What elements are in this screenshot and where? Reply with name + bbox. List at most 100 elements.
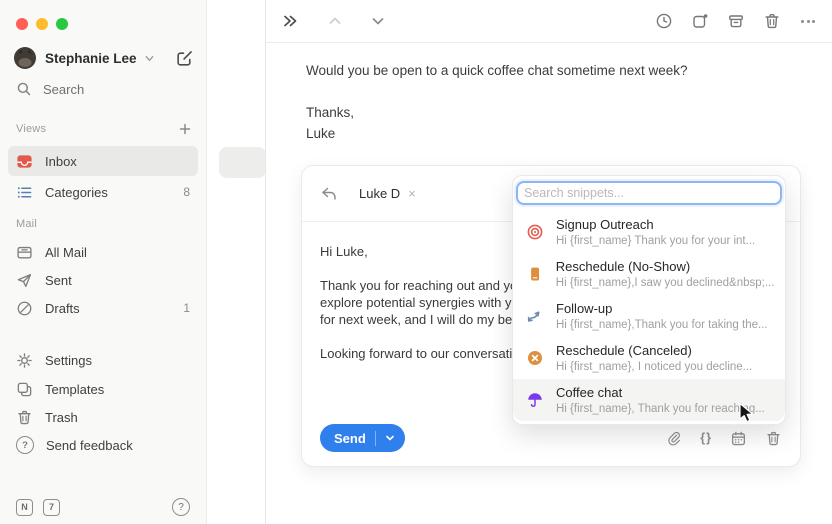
chevron-down-icon	[385, 433, 395, 443]
email-signature: Luke	[306, 123, 792, 144]
sidebar-item-templates[interactable]: Templates	[8, 374, 198, 404]
sidebar-item-settings[interactable]: Settings	[8, 345, 198, 375]
snippet-title: Reschedule (No-Show)	[556, 259, 772, 274]
notes-badge-icon[interactable]: N	[16, 499, 33, 516]
search-button[interactable]: Search	[16, 81, 84, 97]
attachment-icon[interactable]	[665, 430, 682, 447]
snooze-button[interactable]	[654, 11, 674, 31]
sidebar-item-label: Trash	[45, 410, 78, 425]
send-label: Send	[334, 431, 366, 446]
calendar-badge-icon[interactable]: 7	[43, 499, 60, 516]
sidebar-item-trash[interactable]: Trash	[8, 402, 198, 432]
mail-section-header: Mail	[16, 218, 192, 230]
sidebar-item-sent[interactable]: Sent	[8, 265, 198, 295]
sidebar-item-label: Sent	[45, 273, 72, 288]
popout-square-icon	[691, 12, 709, 30]
help-circle-icon[interactable]: ?	[172, 498, 190, 516]
snippet-item-reschedule-canceled[interactable]: Reschedule (Canceled) Hi {first_name}, I…	[513, 337, 785, 379]
sidebar-item-inbox[interactable]: Inbox	[8, 146, 198, 176]
trash-icon	[763, 12, 781, 30]
chevron-down-icon	[370, 13, 386, 29]
compose-icon[interactable]	[175, 49, 194, 68]
sidebar-item-label: All Mail	[45, 245, 87, 260]
inbox-icon	[16, 153, 33, 170]
chevron-up-icon	[327, 13, 343, 29]
sidebar-item-categories[interactable]: Categories 8	[8, 177, 198, 207]
draft-icon	[16, 300, 33, 317]
snippet-preview: Hi {first_name},Thank you for taking the…	[556, 318, 768, 332]
selected-thread-stub[interactable]	[219, 147, 266, 178]
snippets-dropdown: Signup Outreach Hi {first_name} Thank yo…	[512, 175, 786, 425]
remove-recipient-icon[interactable]: ×	[408, 186, 416, 201]
categories-icon	[16, 184, 33, 201]
sidebar-item-label: Settings	[45, 353, 92, 368]
zoom-window-button[interactable]	[56, 18, 68, 30]
sidebar-footer: N 7 ?	[16, 498, 190, 516]
chevron-down-icon	[144, 53, 155, 64]
send-split-divider	[375, 431, 376, 446]
open-in-new-button[interactable]	[690, 11, 710, 31]
snippet-title: Reschedule (Canceled)	[556, 343, 752, 358]
snippet-preview: Hi {first_name} Thank you for your int..…	[556, 234, 755, 248]
snippet-item-follow-up[interactable]: Follow-up Hi {first_name},Thank you for …	[513, 295, 785, 337]
sidebar-item-label: Categories	[45, 185, 108, 200]
thread-toolbar	[266, 0, 832, 43]
next-thread-button[interactable]	[368, 11, 388, 31]
views-section-header: Views	[16, 122, 192, 136]
send-button[interactable]: Send	[320, 424, 405, 452]
more-options-button[interactable]	[798, 11, 818, 31]
drafts-count: 1	[183, 301, 190, 315]
snippet-item-reschedule-no-show[interactable]: Reschedule (No-Show) Hi {first_name},I s…	[513, 253, 785, 295]
snippet-title: Signup Outreach	[556, 217, 755, 232]
account-switcher[interactable]: Stephanie Lee	[14, 45, 194, 71]
window-controls	[16, 18, 68, 30]
paper-plane-icon	[16, 272, 33, 289]
email-signoff: Thanks,	[306, 102, 792, 123]
search-label: Search	[43, 82, 84, 97]
door-icon	[526, 265, 544, 283]
target-icon	[526, 223, 544, 241]
email-body: Would you be open to a quick coffee chat…	[266, 43, 832, 144]
templates-icon	[16, 381, 33, 398]
archive-button[interactable]	[726, 11, 746, 31]
previous-thread-button[interactable]	[325, 11, 345, 31]
snippet-search-input[interactable]	[516, 181, 782, 205]
snippets-braces-icon[interactable]: {}	[700, 431, 712, 445]
sidebar-item-send-feedback[interactable]: ? Send feedback	[8, 430, 198, 460]
sidebar-item-label: Templates	[45, 382, 104, 397]
account-name: Stephanie Lee	[45, 51, 137, 66]
snippet-title: Coffee chat	[556, 385, 765, 400]
cancel-circle-icon	[526, 349, 544, 367]
add-view-icon[interactable]	[178, 122, 192, 136]
sidebar-item-drafts[interactable]: Drafts 1	[8, 293, 198, 323]
email-line: Would you be open to a quick coffee chat…	[306, 60, 792, 81]
close-window-button[interactable]	[16, 18, 28, 30]
delete-button[interactable]	[762, 11, 782, 31]
reply-arrow-icon	[320, 185, 338, 202]
avatar	[14, 47, 36, 69]
minimize-window-button[interactable]	[36, 18, 48, 30]
ellipsis-icon	[801, 20, 815, 23]
gear-icon	[16, 352, 33, 369]
sidebar: Stephanie Lee Search Views Inbox	[0, 0, 207, 524]
snippet-preview: Hi {first_name}, I noticed you decline..…	[556, 360, 752, 374]
recipient-chip[interactable]: Luke D	[359, 186, 400, 201]
sidebar-item-label: Send feedback	[46, 438, 133, 453]
snippet-item-signup-outreach[interactable]: Signup Outreach Hi {first_name} Thank yo…	[513, 211, 785, 253]
snippet-preview: Hi {first_name},I saw you declined&nbsp;…	[556, 276, 772, 290]
snippet-preview: Hi {first_name}, Thank you for reaching.…	[556, 402, 765, 416]
question-circle-icon: ?	[16, 436, 34, 454]
sidebar-item-all-mail[interactable]: All Mail	[8, 237, 198, 267]
archive-icon	[727, 12, 745, 30]
trash-icon	[16, 409, 33, 426]
clock-icon	[655, 12, 673, 30]
discard-draft-icon[interactable]	[765, 430, 782, 447]
umbrella-icon	[526, 391, 544, 409]
expand-list-button[interactable]	[280, 11, 300, 31]
sidebar-item-label: Drafts	[45, 301, 80, 316]
calendar-icon[interactable]	[730, 430, 747, 447]
collapsed-thread-list	[207, 0, 265, 524]
search-icon	[16, 81, 32, 97]
double-arrows-icon	[526, 307, 544, 325]
snippet-title: Follow-up	[556, 301, 768, 316]
